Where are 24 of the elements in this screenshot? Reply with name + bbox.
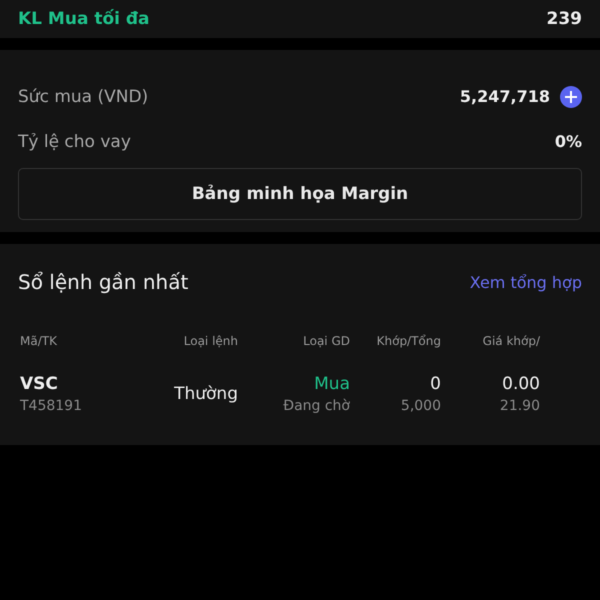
matched-text: 0 xyxy=(430,374,441,394)
price-text: 21.90 xyxy=(500,398,540,414)
account-label: Tỷ lệ cho vay xyxy=(18,132,131,152)
summary-link[interactable]: Xem tổng hợp xyxy=(470,272,582,292)
order-type-text: Thường xyxy=(174,384,238,404)
max-buy-label: KL Mua tối đa xyxy=(18,9,150,29)
max-buy-value: 239 xyxy=(546,9,582,29)
account-value: 5,247,718 xyxy=(460,87,550,106)
total-text: 5,000 xyxy=(400,398,441,414)
side-text: Mua xyxy=(314,374,350,394)
column-header: Mã/TK xyxy=(20,334,58,350)
status-text: Đang chờ xyxy=(283,398,350,414)
account-label: Sức mua (VND) xyxy=(18,86,148,106)
account-text: T458191 xyxy=(20,398,82,414)
margin-table-button[interactable]: Bảng minh họa Margin xyxy=(18,168,582,220)
column-header: Loại GD xyxy=(302,334,350,350)
match-price-text: 0.00 xyxy=(502,374,540,394)
column-header: Giá khớp/ xyxy=(482,334,540,350)
symbol-text: VSC xyxy=(20,374,58,394)
column-header: Loại lệnh xyxy=(182,334,238,350)
add-icon[interactable] xyxy=(560,86,582,108)
section-title: Sổ lệnh gần nhất xyxy=(18,270,188,294)
column-header: Khớp/Tổng xyxy=(376,334,441,350)
account-value: 0% xyxy=(554,132,582,151)
